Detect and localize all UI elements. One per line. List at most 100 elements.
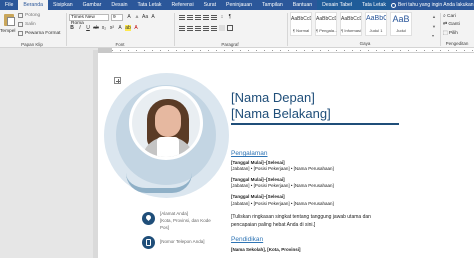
address-line-1[interactable]: [Alamat Anda] bbox=[160, 211, 188, 216]
bullets-icon[interactable] bbox=[179, 14, 185, 20]
select-button[interactable]: ⬚ Pilih bbox=[443, 31, 474, 40]
grow-font-icon[interactable]: A bbox=[126, 14, 132, 20]
copy-icon bbox=[18, 22, 23, 27]
clear-format-icon[interactable]: A bbox=[150, 14, 156, 20]
tab-insert[interactable]: Sisipkan bbox=[48, 0, 78, 10]
style-heading-1[interactable]: AaBbC Judul 1 bbox=[365, 12, 387, 36]
entry-role[interactable]: [Jabatan] • [Posisi Pekerjaan] • [Nama P… bbox=[231, 166, 334, 171]
entry-role[interactable]: [Jabatan] • [Posisi Pekerjaan] • [Nama P… bbox=[231, 201, 334, 206]
bold-icon[interactable]: B bbox=[69, 25, 75, 31]
justify-icon[interactable] bbox=[203, 25, 209, 31]
format-painter-button[interactable]: Pewarna Format bbox=[18, 31, 60, 36]
location-icon bbox=[142, 212, 155, 225]
shrink-font-icon[interactable]: A bbox=[134, 14, 140, 20]
entry-role[interactable]: [Jabatan] • [Posisi Pekerjaan] • [Nama P… bbox=[231, 183, 334, 188]
tab-home[interactable]: Beranda bbox=[18, 0, 48, 10]
cut-label: Potong bbox=[25, 13, 41, 18]
format-painter-label: Pewarna Format bbox=[25, 31, 61, 36]
underline-icon[interactable]: U bbox=[85, 25, 91, 31]
align-left-icon[interactable] bbox=[179, 25, 185, 31]
style-information[interactable]: AaBbCcDc¶ Informasi bbox=[340, 12, 362, 36]
borders-icon[interactable] bbox=[227, 25, 233, 31]
styles-group-label: Gaya bbox=[359, 41, 371, 46]
sort-icon[interactable]: ↕ bbox=[219, 14, 225, 20]
experience-heading[interactable]: Pengalaman bbox=[231, 150, 268, 157]
tab-draw[interactable]: Gambar bbox=[78, 0, 107, 10]
first-name[interactable]: [Nama Depan] bbox=[231, 90, 315, 105]
copy-button[interactable]: Salin bbox=[18, 22, 36, 27]
tab-file[interactable]: File bbox=[0, 0, 18, 10]
highlight-icon[interactable]: ab bbox=[125, 25, 131, 31]
subscript-icon[interactable]: x₂ bbox=[101, 25, 107, 31]
paragraph-group: ↕ ¶ Paragraf bbox=[176, 10, 284, 48]
decrease-indent-icon[interactable] bbox=[203, 14, 209, 20]
editing-group-label: Pengeditan bbox=[445, 41, 469, 46]
align-center-icon[interactable] bbox=[187, 25, 193, 31]
scissors-icon bbox=[18, 13, 23, 18]
superscript-icon[interactable]: x² bbox=[109, 25, 115, 31]
line-spacing-icon[interactable] bbox=[211, 25, 217, 31]
ribbon-tab-bar: File Beranda Sisipkan Gambar Desain Tata… bbox=[0, 0, 474, 10]
school-line[interactable]: [Nama Sekolah], [Kota, Provinsi] bbox=[231, 247, 301, 252]
styles-gallery: AaBbCcDc¶ Normal AaBbCcDc¶ Pengala... Aa… bbox=[290, 12, 440, 42]
entry-dates[interactable]: [Tanggal Mulai]–[Selesai] bbox=[231, 194, 285, 199]
paste-button[interactable] bbox=[2, 13, 16, 29]
address-line-3[interactable]: Pos] bbox=[160, 225, 169, 230]
copy-label: Salin bbox=[25, 22, 36, 27]
strikethrough-icon[interactable]: ab bbox=[93, 25, 99, 31]
replace-button[interactable]: ⇄ Ganti bbox=[443, 22, 474, 31]
paste-label: Tempel bbox=[0, 29, 16, 34]
phone-icon bbox=[142, 236, 155, 249]
entry-dates[interactable]: [Tanggal Mulai]–[Selesai] bbox=[231, 160, 285, 165]
tab-help[interactable]: Bantuan bbox=[288, 0, 317, 10]
tell-me-box[interactable]: Beri tahu yang ingin Anda lakukan bbox=[390, 2, 474, 8]
tab-references[interactable]: Referensi bbox=[166, 0, 198, 10]
ribbon: Tempel Potong Salin Pewarna Format Papan… bbox=[0, 10, 474, 48]
tab-review[interactable]: Peninjauan bbox=[221, 0, 257, 10]
tab-design[interactable]: Desain bbox=[106, 0, 132, 10]
entry-dates[interactable]: [Tanggal Mulai]–[Selesai] bbox=[231, 177, 285, 182]
font-size-select[interactable]: 9 bbox=[111, 14, 123, 21]
clipboard-group: Tempel Potong Salin Pewarna Format Papan… bbox=[0, 10, 64, 48]
increase-indent-icon[interactable] bbox=[211, 14, 217, 20]
shading-icon[interactable] bbox=[219, 25, 225, 31]
text-effects-icon[interactable]: A bbox=[117, 25, 123, 31]
change-case-icon[interactable]: Aa bbox=[142, 14, 148, 20]
clipboard-group-label: Papan Klip bbox=[21, 42, 43, 47]
tab-table-layout[interactable]: Tata Letak bbox=[357, 0, 391, 10]
styles-scroll[interactable]: ▲ ▼ ▾ bbox=[432, 14, 437, 38]
paragraph-group-label: Paragraf bbox=[221, 42, 239, 47]
summary-line-2[interactable]: pencapaian paling hebat Anda di sini.] bbox=[231, 222, 315, 228]
education-heading[interactable]: Pendidikan bbox=[231, 236, 263, 243]
style-experience[interactable]: AaBbCcDc¶ Pengala... bbox=[315, 12, 337, 36]
style-normal[interactable]: AaBbCcDc¶ Normal bbox=[290, 12, 312, 36]
tab-table-design[interactable]: Desain Tabel bbox=[317, 0, 358, 10]
document-page[interactable]: [Nama Depan] [Nama Belakang] Pengalaman … bbox=[98, 53, 474, 258]
phone-number[interactable]: [Nomor Telepon Anda] bbox=[160, 239, 204, 244]
style-title[interactable]: AaB Judul bbox=[390, 12, 412, 36]
font-group-label: Font bbox=[115, 42, 125, 47]
editing-group: ⌕ Cari ⇄ Ganti ⬚ Pilih bbox=[443, 13, 474, 40]
find-button[interactable]: ⌕ Cari bbox=[443, 13, 474, 22]
name-divider bbox=[231, 123, 399, 125]
last-name[interactable]: [Nama Belakang] bbox=[231, 106, 331, 121]
tab-mailings[interactable]: Surat bbox=[199, 0, 221, 10]
numbering-icon[interactable] bbox=[187, 14, 193, 20]
table-move-handle-icon[interactable] bbox=[114, 77, 121, 84]
multilevel-list-icon[interactable] bbox=[195, 14, 201, 20]
chevron-down-icon[interactable]: ▼ bbox=[432, 24, 437, 29]
font-family-select[interactable]: Times New Roma bbox=[69, 14, 109, 26]
tab-view[interactable]: Tampilan bbox=[257, 0, 288, 10]
profile-photo[interactable] bbox=[129, 86, 203, 160]
chevron-up-icon[interactable]: ▲ bbox=[432, 14, 437, 19]
summary-line-1[interactable]: [Tuliskan ringkasan singkat tentang tang… bbox=[231, 214, 371, 220]
more-icon[interactable]: ▾ bbox=[432, 33, 437, 38]
italic-icon[interactable]: I bbox=[77, 25, 83, 31]
font-group: Times New Roma 9 A A Aa A B I U ab x₂ x²… bbox=[68, 10, 172, 48]
cut-button[interactable]: Potong bbox=[18, 13, 40, 18]
font-color-icon[interactable]: A bbox=[133, 25, 139, 31]
tab-layout[interactable]: Tata Letak bbox=[133, 0, 167, 10]
pilcrow-icon[interactable]: ¶ bbox=[227, 14, 233, 20]
address-line-2[interactable]: [Kota, Provinsi, dan Kode bbox=[160, 218, 211, 223]
align-right-icon[interactable] bbox=[195, 25, 201, 31]
